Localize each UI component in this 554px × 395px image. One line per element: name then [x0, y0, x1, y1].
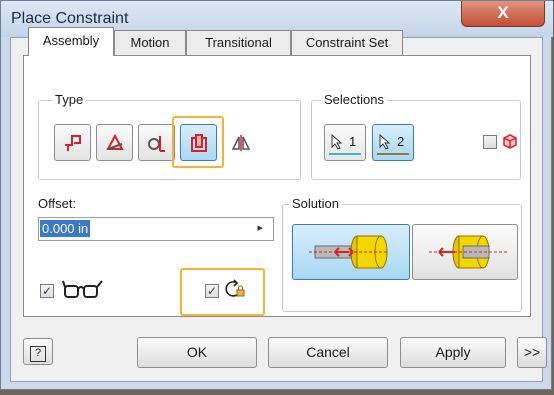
pointer-icon: [331, 134, 343, 150]
selections-group-label: Selections: [321, 92, 387, 107]
pointer-icon: [379, 134, 391, 150]
tangent-button[interactable]: [138, 124, 175, 161]
select-second-button[interactable]: 2: [372, 124, 414, 161]
offset-arrow-icon[interactable]: ▸: [257, 221, 263, 234]
second-selection-underline: [377, 153, 409, 155]
predict-offset-checkbox[interactable]: ✓: [205, 284, 219, 298]
angle-button[interactable]: [96, 124, 133, 161]
tab-assembly[interactable]: Assembly: [28, 27, 114, 56]
tab-motion[interactable]: Motion: [114, 30, 186, 55]
aligned-solution-icon: [429, 235, 509, 269]
predict-offset-icon: [225, 279, 245, 297]
assembly-tab-panel: Type Selections 1 2 Offset: 0.000 in ▸ ✓…: [23, 55, 531, 317]
apply-button[interactable]: Apply: [400, 337, 506, 368]
mate-button[interactable]: [54, 124, 91, 161]
close-icon: X: [497, 3, 509, 22]
offset-value: 0.000 in: [40, 220, 91, 237]
tab-transitional[interactable]: Transitional: [186, 30, 291, 55]
ok-button[interactable]: OK: [137, 337, 257, 368]
help-icon: ?: [30, 346, 46, 362]
first-selection-underline: [329, 153, 361, 155]
cube-icon: [503, 134, 517, 149]
offset-label: Offset:: [38, 196, 77, 211]
preview-checkbox[interactable]: ✓: [40, 284, 54, 298]
first-occurrence-checkbox[interactable]: [483, 135, 497, 149]
type-group-label: Type: [52, 92, 87, 107]
select-second-label: 2: [397, 134, 405, 149]
place-constraint-dialog: Place Constraint X Assembly Motion Trans…: [0, 0, 553, 390]
select-first-button[interactable]: 1: [324, 124, 366, 161]
solution-group-label: Solution: [289, 196, 342, 211]
angle-icon: [106, 133, 124, 150]
tab-constraint-set[interactable]: Constraint Set: [291, 30, 403, 55]
select-first-label: 1: [349, 134, 357, 149]
opposed-solution-icon: [309, 235, 389, 269]
glasses-icon: [62, 280, 103, 298]
symmetry-icon: [231, 135, 251, 151]
symmetry-button[interactable]: [222, 124, 259, 161]
more-button[interactable]: >>: [517, 337, 547, 368]
tangent-icon: [148, 136, 165, 152]
solution-aligned-button[interactable]: [412, 224, 518, 280]
predict-offset-highlight: [180, 268, 265, 316]
cancel-button[interactable]: Cancel: [268, 337, 388, 368]
mate-icon: [65, 135, 81, 151]
dialog-title: Place Constraint: [11, 10, 129, 27]
help-button[interactable]: ?: [23, 338, 53, 365]
offset-field[interactable]: 0.000 in ▸: [38, 217, 274, 241]
solution-opposed-button[interactable]: [292, 224, 410, 280]
close-button[interactable]: X: [461, 1, 545, 27]
insert-highlight: [172, 116, 224, 168]
